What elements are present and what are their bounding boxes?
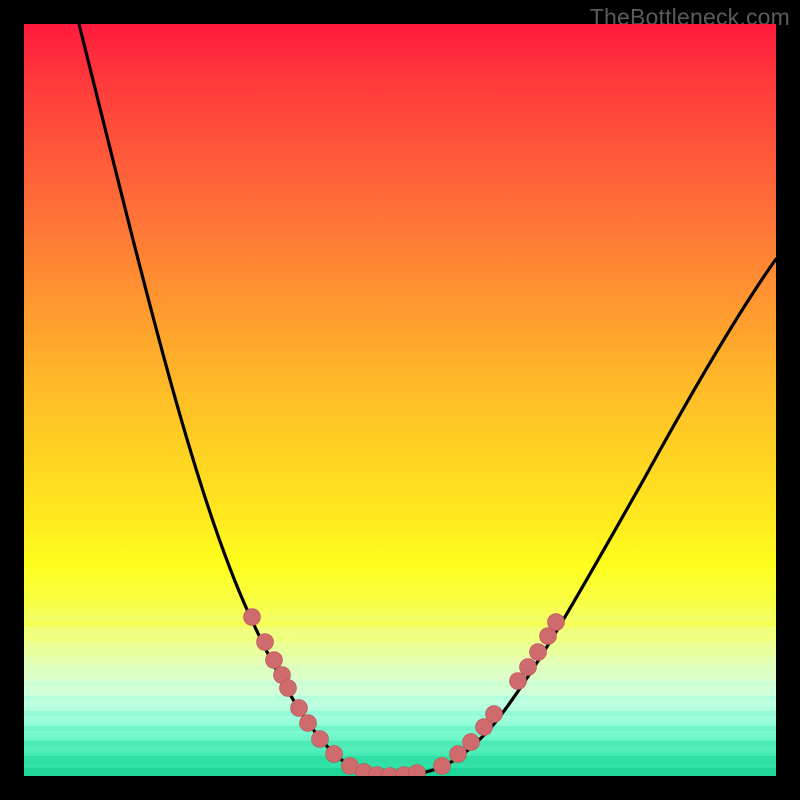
- data-marker: [244, 609, 261, 626]
- data-marker: [434, 758, 451, 775]
- data-marker: [510, 673, 527, 690]
- data-marker: [530, 644, 547, 661]
- data-marker: [300, 715, 317, 732]
- data-marker: [312, 731, 329, 748]
- data-marker: [409, 765, 426, 777]
- data-marker: [548, 614, 565, 631]
- data-marker: [280, 680, 297, 697]
- plot-area: [24, 24, 776, 776]
- data-marker: [257, 634, 274, 651]
- data-marker: [463, 734, 480, 751]
- chart-frame: TheBottleneck.com: [0, 0, 800, 800]
- data-marker: [266, 652, 283, 669]
- data-marker: [520, 659, 537, 676]
- data-marker: [450, 746, 467, 763]
- bottleneck-curve: [79, 24, 776, 776]
- data-marker: [486, 706, 503, 723]
- data-marker: [291, 700, 308, 717]
- curve-layer: [24, 24, 776, 776]
- data-marker: [326, 746, 343, 763]
